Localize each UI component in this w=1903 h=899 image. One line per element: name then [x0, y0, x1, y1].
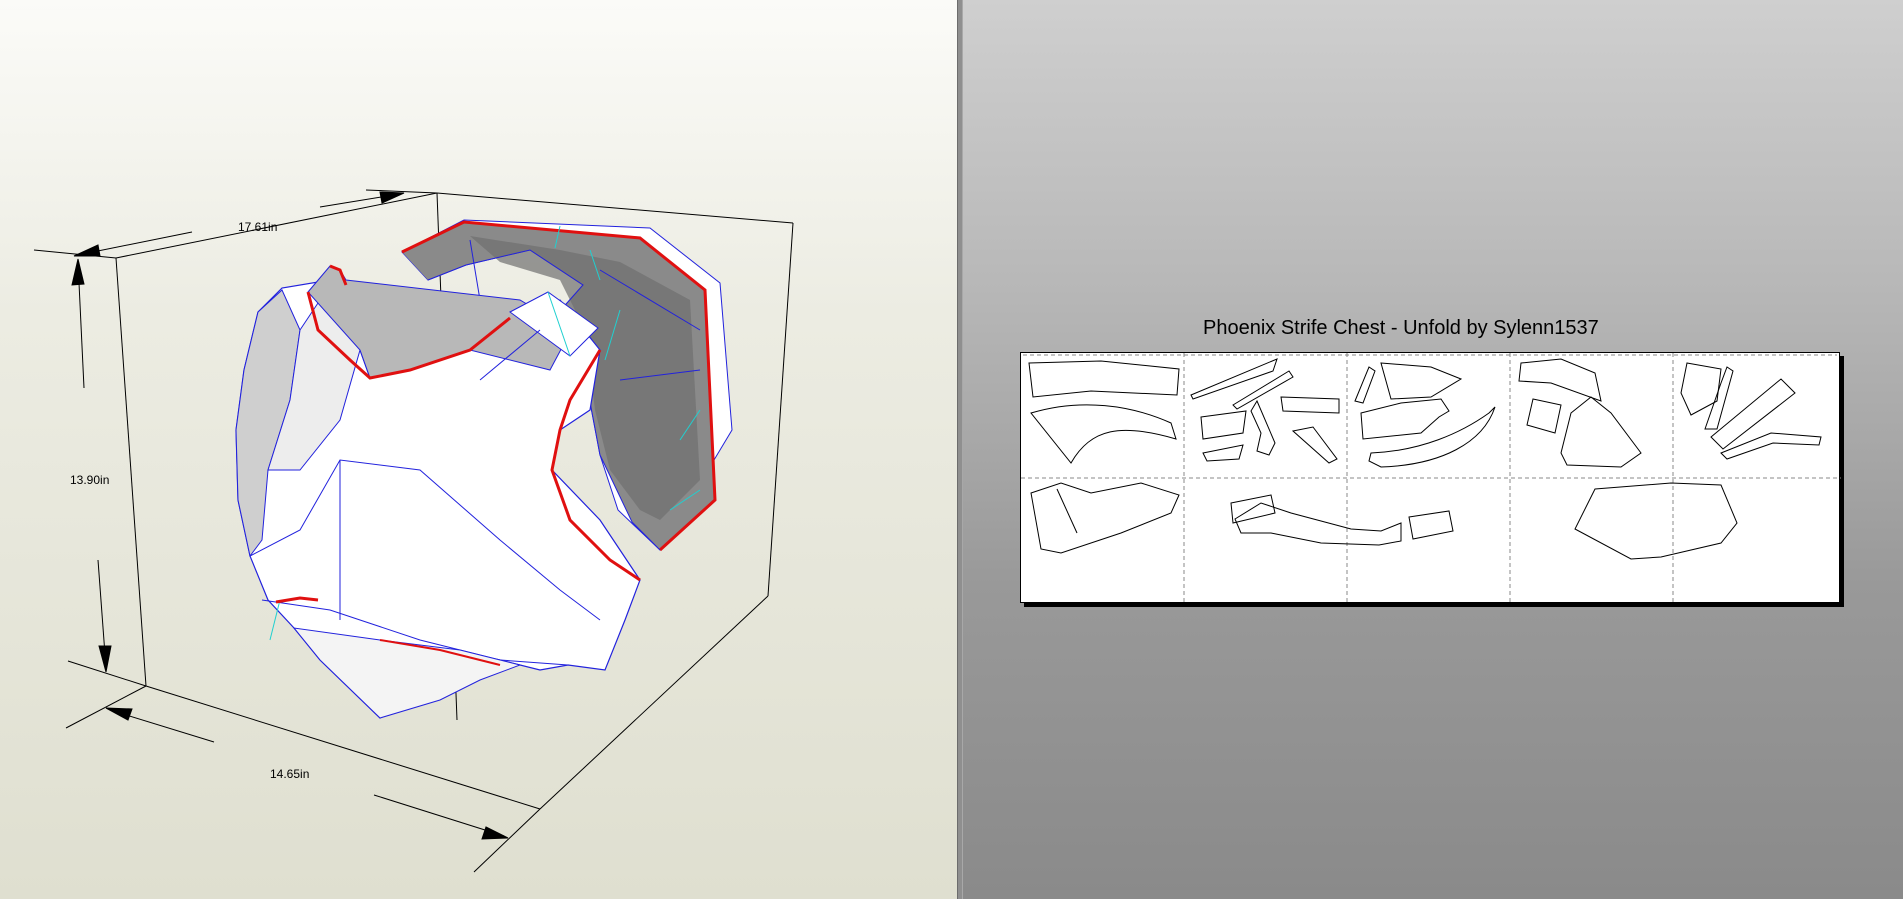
- 3d-model-view[interactable]: 17.61in 13.90in 14.65in: [0, 0, 957, 899]
- 2d-unfold-view[interactable]: Phoenix Strife Chest - Unfold by Sylenn1…: [963, 0, 1903, 899]
- paper-sheet[interactable]: [1020, 352, 1841, 604]
- width-dimension-label: 14.65in: [270, 767, 310, 781]
- unfolded-parts-canvas[interactable]: [1021, 353, 1841, 604]
- sheet-title: Phoenix Strife Chest - Unfold by Sylenn1…: [1203, 317, 1599, 339]
- depth-dimension-label: 17.61in: [238, 220, 278, 234]
- 3d-model-canvas[interactable]: [0, 0, 957, 899]
- front-chest-plate: [235, 264, 641, 719]
- height-dimension-label: 13.90in: [70, 473, 110, 487]
- unfolded-parts: [1028, 358, 1822, 560]
